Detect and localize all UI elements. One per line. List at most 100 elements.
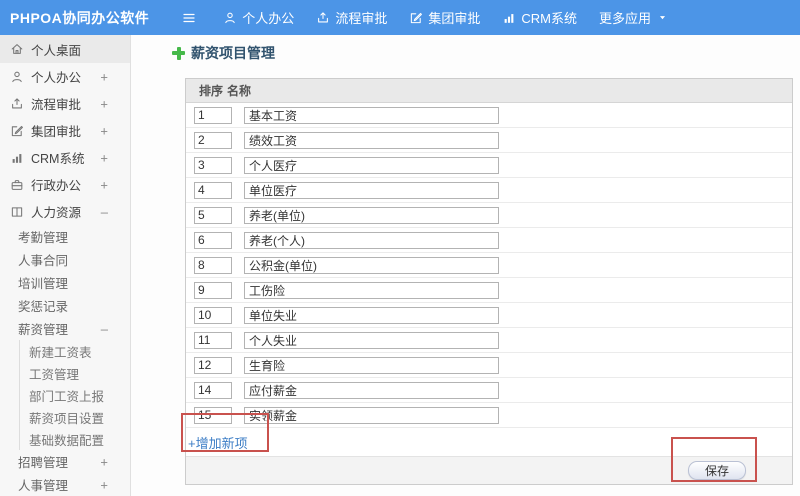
- name-input[interactable]: [244, 381, 499, 399]
- add-row: +增加新项: [186, 428, 792, 457]
- name-input[interactable]: [244, 231, 499, 249]
- table-row: [186, 303, 792, 328]
- expand-plus-icon: +: [100, 177, 108, 192]
- table-row: [186, 253, 792, 278]
- main-content: 薪资项目管理 排序 名称 +增加新项 保存: [131, 35, 800, 496]
- nav-item-group-approval[interactable]: 集团审批: [409, 8, 480, 27]
- sidebar-item-payroll-management[interactable]: 工资管理: [20, 362, 130, 384]
- table-header-row: 排序 名称: [186, 79, 792, 103]
- nav-item-process-approval[interactable]: 流程审批: [316, 8, 387, 27]
- order-input[interactable]: [194, 406, 232, 424]
- sidebar-item-crm-system[interactable]: CRM系统 +: [0, 144, 130, 171]
- salary-items-panel: 排序 名称 +增加新项 保存: [185, 78, 793, 485]
- order-input[interactable]: [194, 281, 232, 299]
- sidebar-item-label: 薪资管理: [18, 323, 69, 337]
- sidebar-item-admin-office[interactable]: 行政办公 +: [0, 171, 130, 198]
- order-input[interactable]: [194, 206, 232, 224]
- user-icon: [223, 11, 237, 25]
- sidebar-item-label: 行政办公: [31, 179, 82, 193]
- order-input[interactable]: [194, 106, 232, 124]
- save-button[interactable]: 保存: [688, 461, 746, 480]
- topbar: PHPOA协同办公软件 个人办公 流程审批 集团审批 CRM系统 更多应用: [0, 0, 800, 35]
- name-input[interactable]: [244, 356, 499, 374]
- sidebar-item-label: 人力资源: [31, 206, 82, 220]
- sidebar-item-label: 招聘管理: [18, 456, 69, 470]
- collapse-minus-icon: –: [100, 321, 108, 336]
- caret-down-icon: [656, 13, 667, 22]
- sidebar-item-process-approval[interactable]: 流程审批 +: [0, 90, 130, 117]
- table-row: [186, 103, 792, 128]
- expand-plus-icon: +: [100, 96, 108, 111]
- sidebar-item-attendance-management[interactable]: 考勤管理: [0, 225, 130, 248]
- order-input[interactable]: [194, 306, 232, 324]
- home-icon: [10, 42, 24, 56]
- name-input[interactable]: [244, 406, 499, 424]
- sidebar: 个人桌面 个人办公 + 流程审批 + 集团审批 + CRM系统 + 行政办公 + 人力资源 – 考勤管理人…: [0, 35, 131, 496]
- order-input[interactable]: [194, 181, 232, 199]
- panel-footer: 保存: [186, 457, 792, 484]
- sidebar-item-recruitment-management[interactable]: 招聘管理 +: [0, 450, 130, 473]
- sidebar-item-label: 个人办公: [31, 71, 82, 85]
- sidebar-item-label: 部门工资上报: [29, 389, 105, 404]
- table-row: [186, 178, 792, 203]
- sidebar-item-personnel-management[interactable]: 人事管理 +: [0, 473, 130, 496]
- table-row: [186, 328, 792, 353]
- expand-plus-icon: +: [100, 454, 108, 469]
- sidebar-group-salary-management: 新建工资表 工资管理部门工资上报薪资项目设置 基础数据配置: [19, 340, 130, 450]
- order-input[interactable]: [194, 331, 232, 349]
- sidebar-item-department-payroll-report[interactable]: 部门工资上报: [20, 384, 130, 406]
- sidebar-item-new-payroll-sheet[interactable]: 新建工资表: [20, 340, 130, 362]
- sidebar-item-group-approval[interactable]: 集团审批 +: [0, 117, 130, 144]
- sidebar-item-human-resources[interactable]: 人力资源 –: [0, 198, 130, 225]
- name-input[interactable]: [244, 181, 499, 199]
- nav-item-crm-system[interactable]: CRM系统: [502, 8, 577, 27]
- table-row: [186, 278, 792, 303]
- page-title-row: 薪资项目管理: [172, 43, 275, 63]
- order-input[interactable]: [194, 231, 232, 249]
- sidebar-item-salary-item-settings[interactable]: 薪资项目设置: [20, 406, 130, 428]
- sidebar-item-reward-records[interactable]: 奖惩记录: [0, 294, 130, 317]
- sidebar-item-hr-contract[interactable]: 人事合同: [0, 248, 130, 271]
- sidebar-item-label: CRM系统: [31, 152, 85, 166]
- sidebar-item-label: 个人桌面: [31, 43, 82, 58]
- name-input[interactable]: [244, 106, 499, 124]
- expand-plus-icon: +: [100, 123, 108, 138]
- name-input[interactable]: [244, 156, 499, 174]
- sidebar-item-personal-office[interactable]: 个人办公 +: [0, 63, 130, 90]
- order-input[interactable]: [194, 381, 232, 399]
- order-input[interactable]: [194, 156, 232, 174]
- table-row: [186, 128, 792, 153]
- table-row: [186, 203, 792, 228]
- sidebar-item-personal-desktop[interactable]: 个人桌面: [0, 35, 130, 63]
- topbar-nav: 个人办公 流程审批 集团审批 CRM系统 更多应用: [181, 8, 667, 27]
- sidebar-item-training-management[interactable]: 培训管理: [0, 271, 130, 294]
- order-input[interactable]: [194, 356, 232, 374]
- sidebar-item-salary-management[interactable]: 薪资管理 –: [0, 317, 130, 340]
- nav-item-more-apps[interactable]: 更多应用: [599, 8, 667, 27]
- sidebar-item-label: 集团审批: [31, 125, 82, 139]
- order-input[interactable]: [194, 131, 232, 149]
- add-plus-icon: [172, 46, 185, 60]
- process-icon: [10, 97, 24, 111]
- sidebar-item-basic-data-config[interactable]: 基础数据配置: [20, 428, 130, 450]
- sidebar-item-label: 考勤管理: [18, 231, 69, 245]
- approval-icon: [409, 11, 423, 25]
- name-input[interactable]: [244, 306, 499, 324]
- order-input[interactable]: [194, 256, 232, 274]
- name-input[interactable]: [244, 256, 499, 274]
- briefcase-icon: [10, 178, 24, 192]
- sidebar-item-label: 人事管理: [18, 479, 69, 493]
- hr-icon: [10, 205, 24, 219]
- add-new-item-link[interactable]: +增加新项: [188, 433, 248, 452]
- column-header-order: 排序: [199, 84, 224, 98]
- menu-button[interactable]: [181, 10, 197, 26]
- name-input[interactable]: [244, 281, 499, 299]
- name-input[interactable]: [244, 331, 499, 349]
- name-input[interactable]: [244, 206, 499, 224]
- nav-item-personal-office[interactable]: 个人办公: [223, 8, 294, 27]
- expand-plus-icon: +: [100, 150, 108, 165]
- table-row: [186, 228, 792, 253]
- column-header-name: 名称: [227, 84, 252, 98]
- name-input[interactable]: [244, 131, 499, 149]
- app-logo: PHPOA协同办公软件: [10, 9, 150, 26]
